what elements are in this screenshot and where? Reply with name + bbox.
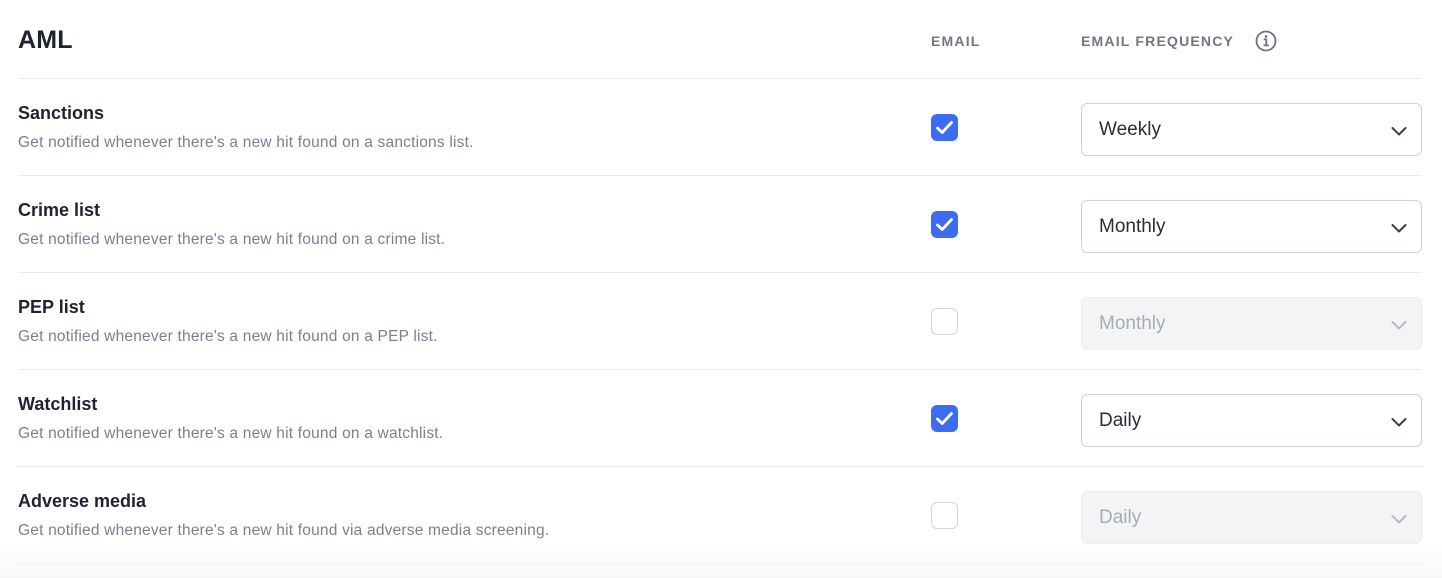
row-title: Adverse media xyxy=(18,491,147,511)
checkmark-icon xyxy=(936,121,953,134)
notification-row: Crime list Get notified whenever there's… xyxy=(18,176,1422,273)
email-frequency-select[interactable]: Weekly xyxy=(1081,103,1422,156)
info-circle-icon[interactable] xyxy=(1255,30,1277,52)
table-header: AML EMAIL EMAIL FREQUENCY xyxy=(18,0,1422,79)
email-frequency-value: Daily xyxy=(1099,410,1142,431)
email-checkbox[interactable] xyxy=(931,308,958,335)
row-description: Get notified whenever there's a new hit … xyxy=(18,231,446,248)
email-frequency-select[interactable]: Daily xyxy=(1081,491,1422,544)
email-frequency-value: Weekly xyxy=(1099,119,1161,140)
row-title: Watchlist xyxy=(18,394,98,414)
row-description: Get notified whenever there's a new hit … xyxy=(18,328,438,345)
notification-row: Adverse media Get notified whenever ther… xyxy=(18,467,1422,564)
email-frequency-select[interactable]: Monthly xyxy=(1081,297,1422,350)
row-title: Crime list xyxy=(18,200,101,220)
email-checkbox[interactable] xyxy=(931,502,958,529)
notification-row: PEP list Get notified whenever there's a… xyxy=(18,273,1422,370)
email-checkbox[interactable] xyxy=(931,405,958,432)
email-checkbox[interactable] xyxy=(931,211,958,238)
row-title: Sanctions xyxy=(18,103,105,123)
notification-row: Sanctions Get notified whenever there's … xyxy=(18,79,1422,176)
aml-notification-settings: AML EMAIL EMAIL FREQUENCY Sanctions Get … xyxy=(0,0,1442,578)
email-frequency-column-header: EMAIL FREQUENCY xyxy=(1081,33,1235,49)
email-frequency-value: Daily xyxy=(1099,507,1142,528)
row-description: Get notified whenever there's a new hit … xyxy=(18,134,474,151)
email-frequency-value: Monthly xyxy=(1099,313,1166,334)
email-checkbox[interactable] xyxy=(931,114,958,141)
chevron-down-icon xyxy=(1391,224,1407,233)
email-frequency-select[interactable]: Monthly xyxy=(1081,200,1422,253)
row-description: Get notified whenever there's a new hit … xyxy=(18,425,444,442)
email-frequency-value: Monthly xyxy=(1099,216,1166,237)
row-description: Get notified whenever there's a new hit … xyxy=(18,522,550,539)
row-title: PEP list xyxy=(18,297,85,317)
notification-row: Watchlist Get notified whenever there's … xyxy=(18,370,1422,467)
checkmark-icon xyxy=(936,412,953,425)
email-frequency-select[interactable]: Daily xyxy=(1081,394,1422,447)
section-title: AML xyxy=(18,26,73,54)
chevron-down-icon xyxy=(1391,321,1407,330)
chevron-down-icon xyxy=(1391,515,1407,524)
email-column-header: EMAIL xyxy=(931,33,981,49)
chevron-down-icon xyxy=(1391,418,1407,427)
checkmark-icon xyxy=(936,218,953,231)
chevron-down-icon xyxy=(1391,127,1407,136)
